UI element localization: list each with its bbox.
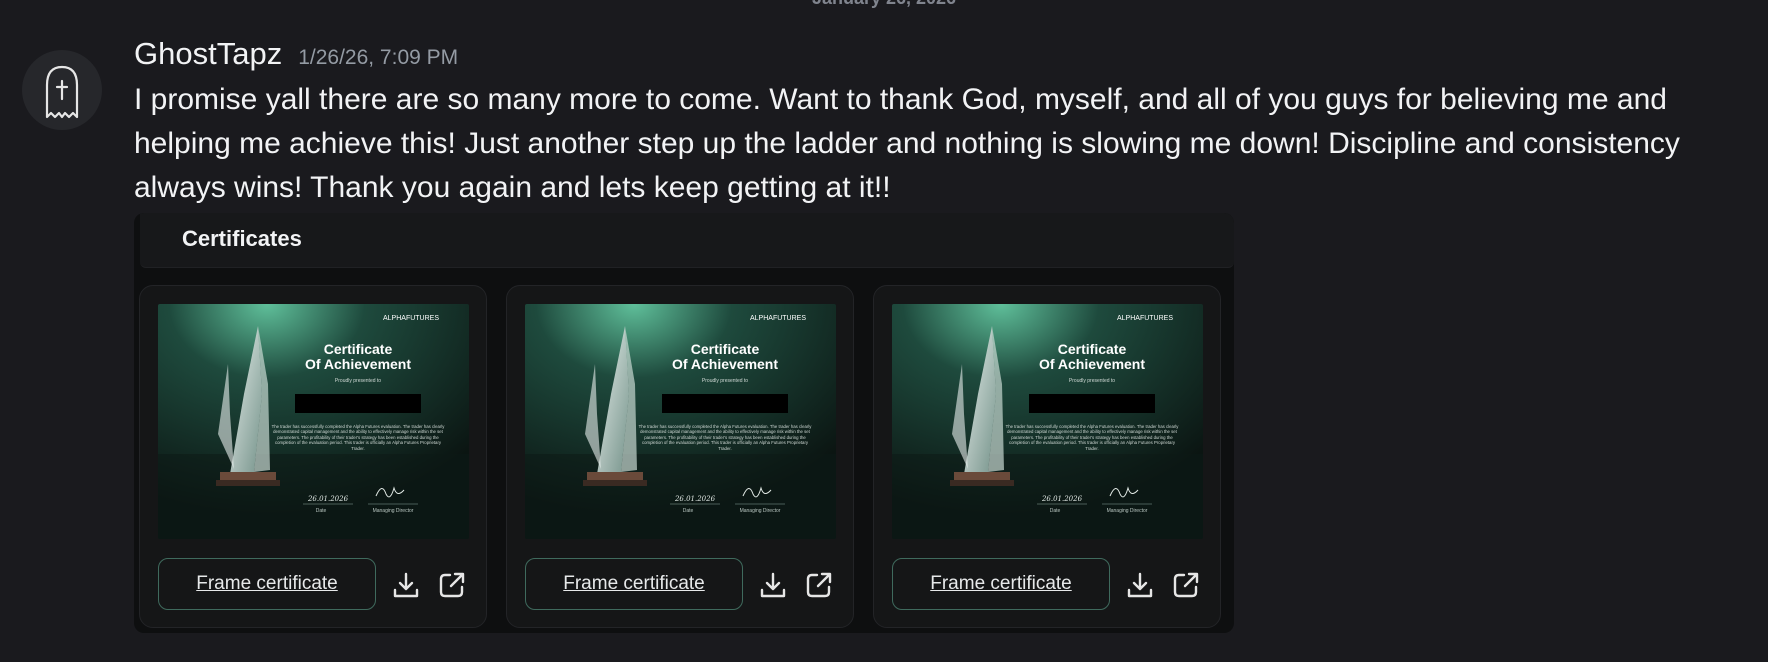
certificate-presented: Proudly presented to — [702, 378, 748, 384]
certificate-brand: ALPHAFUTURES — [383, 315, 439, 322]
download-icon[interactable] — [390, 569, 422, 601]
certificates-embed: Certificates ALPHAFUTURES Certificate Of… — [134, 213, 1234, 633]
download-icon[interactable] — [1124, 569, 1156, 601]
certificate-title-line2: Of Achievement — [1039, 356, 1145, 372]
certificate-brand: ALPHAFUTURES — [1117, 315, 1173, 322]
certificate-body: The trader has successfully completed th… — [638, 424, 812, 451]
external-link-icon[interactable] — [1170, 569, 1202, 601]
certificate-title-line1: Certificate — [1058, 341, 1127, 357]
certificate-date-label: Date — [316, 508, 327, 514]
timestamp[interactable]: 1/26/26, 7:09 PM — [298, 46, 458, 70]
external-link-icon[interactable] — [436, 569, 468, 601]
message-text: I promise yall there are so many more to… — [134, 83, 1680, 204]
download-icon[interactable] — [757, 569, 789, 601]
avatar[interactable] — [22, 50, 102, 130]
certificate-date-label: Date — [683, 508, 694, 514]
certificate-body: The trader has successfully completed th… — [1005, 424, 1179, 451]
embed-title: Certificates — [182, 226, 302, 251]
frame-certificate-button[interactable]: Frame certificate — [158, 558, 376, 610]
certificate-body: The trader has successfully completed th… — [271, 424, 445, 451]
certificate-image[interactable]: ALPHAFUTURES Certificate Of Achievement … — [158, 304, 469, 539]
message-header: GhostTapz 1/26/26, 7:09 PM — [134, 36, 458, 72]
embed-header: Certificates — [140, 213, 1234, 268]
certificate-date: 26.01.2026 — [307, 495, 349, 503]
ghost-cross-icon — [45, 65, 79, 119]
certificate-card: ALPHAFUTURES Certificate Of Achievement … — [873, 285, 1221, 628]
date-divider: January 26, 2026 — [0, 0, 1768, 9]
certificate-director-label: Managing Director — [1107, 508, 1148, 514]
certificate-brand: ALPHAFUTURES — [750, 315, 806, 322]
frame-certificate-button[interactable]: Frame certificate — [525, 558, 743, 610]
certificate-director-label: Managing Director — [740, 508, 781, 514]
certificate-title-line1: Certificate — [324, 341, 393, 357]
certificate-presented: Proudly presented to — [1069, 378, 1115, 384]
certificate-director-label: Managing Director — [373, 508, 414, 514]
certificate-title-line1: Certificate — [691, 341, 760, 357]
certificate-date-label: Date — [1050, 508, 1061, 514]
certificate-presented: Proudly presented to — [335, 378, 381, 384]
certificate-card: ALPHAFUTURES Certificate Of Achievement … — [139, 285, 487, 628]
certificate-title-line2: Of Achievement — [305, 356, 411, 372]
frame-certificate-button[interactable]: Frame certificate — [892, 558, 1110, 610]
certificate-date: 26.01.2026 — [674, 495, 716, 503]
certificate-title-line2: Of Achievement — [672, 356, 778, 372]
certificate-image[interactable]: ALPHAFUTURES Certificate Of Achievement … — [892, 304, 1203, 539]
certificate-image[interactable]: ALPHAFUTURES Certificate Of Achievement … — [525, 304, 836, 539]
certificate-card: ALPHAFUTURES Certificate Of Achievement … — [506, 285, 854, 628]
external-link-icon[interactable] — [803, 569, 835, 601]
certificate-date: 26.01.2026 — [1041, 495, 1083, 503]
username[interactable]: GhostTapz — [134, 36, 282, 72]
